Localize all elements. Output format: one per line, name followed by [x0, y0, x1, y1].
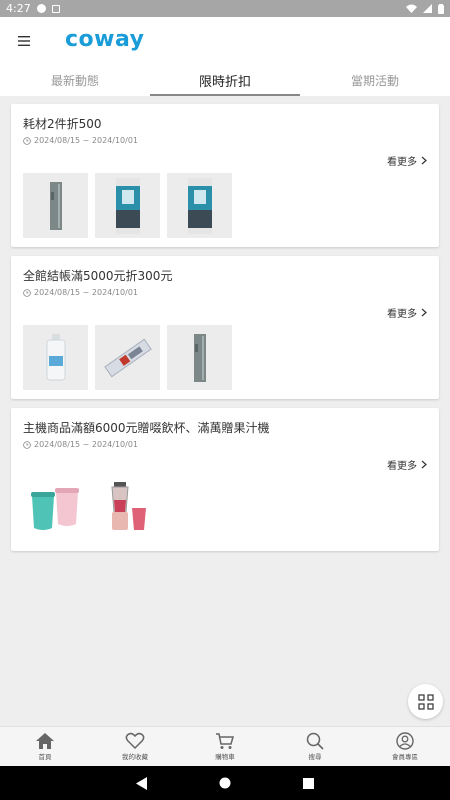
notification-dot-icon: [36, 4, 46, 13]
nav-label: 購物車: [215, 753, 235, 761]
tab-bar: 最新動態 限時折扣 當期活動: [0, 64, 450, 96]
product-thumbnail[interactable]: [167, 325, 232, 390]
battery-icon: [438, 3, 444, 14]
see-more-link[interactable]: 看更多: [387, 305, 427, 320]
bottom-navigation: 首頁 我的收藏 購物車 搜尋 會員專區: [0, 726, 450, 766]
see-more-label: 看更多: [387, 461, 417, 472]
filter-box-icon: [187, 177, 212, 234]
nav-member[interactable]: 會員專區: [360, 727, 450, 766]
nav-label: 會員專區: [392, 753, 418, 761]
nav-label: 首頁: [38, 753, 52, 761]
brand-logo: coway: [65, 27, 145, 52]
water-purifier-tower-icon: [49, 181, 62, 230]
promotion-date: 2024/08/15 ~ 2024/10/01: [23, 136, 138, 145]
clock-icon: [23, 136, 31, 145]
product-thumbnail[interactable]: [167, 173, 232, 238]
promotion-date-text: 2024/08/15 ~ 2024/10/01: [34, 440, 139, 449]
product-thumbnails: [23, 477, 160, 542]
heart-icon: [125, 732, 145, 750]
chevron-right-icon: [421, 308, 427, 317]
promotion-card[interactable]: 耗材2件折500 2024/08/15 ~ 2024/10/01 看更多: [11, 104, 439, 247]
menu-button[interactable]: [0, 17, 48, 64]
notification-square-icon: [51, 4, 60, 13]
promotion-card[interactable]: 主機商品滿額6000元贈啜飲杯、滿萬贈果汁機 2024/08/15 ~ 2024…: [11, 408, 439, 551]
chevron-right-icon: [421, 460, 427, 469]
product-thumbnail[interactable]: [95, 173, 160, 238]
chevron-right-icon: [421, 156, 427, 165]
product-thumbnails: [23, 325, 232, 390]
filter-box-icon: [115, 177, 140, 234]
see-more-link[interactable]: 看更多: [387, 457, 427, 472]
promotion-title: 主機商品滿額6000元贈啜飲杯、滿萬贈果汁機: [23, 421, 270, 435]
promotion-date: 2024/08/15 ~ 2024/10/01: [23, 440, 138, 449]
promotion-title: 全館結帳滿5000元折300元: [23, 269, 173, 283]
back-icon[interactable]: [135, 776, 148, 790]
nav-home[interactable]: 首頁: [0, 727, 90, 766]
product-thumbnail[interactable]: [95, 325, 160, 390]
product-thumbnail[interactable]: [23, 477, 88, 542]
product-thumbnail[interactable]: [23, 173, 88, 238]
product-thumbnail[interactable]: [23, 325, 88, 390]
promotion-list: 耗材2件折500 2024/08/15 ~ 2024/10/01 看更多 全館結…: [0, 96, 450, 726]
wifi-icon: [406, 4, 417, 13]
promotion-date-text: 2024/08/15 ~ 2024/10/01: [34, 288, 139, 297]
nav-label: 我的收藏: [122, 753, 148, 761]
nav-search[interactable]: 搜尋: [270, 727, 360, 766]
tab-current-events[interactable]: 當期活動: [300, 64, 450, 96]
tab-limited-discount[interactable]: 限時折扣: [150, 64, 300, 96]
recents-icon[interactable]: [303, 777, 315, 789]
blender-icon: [110, 481, 146, 530]
filter-strip-pack-icon: [103, 338, 152, 377]
hamburger-icon: [18, 35, 30, 46]
status-time: 4:27: [6, 2, 31, 15]
promotion-date-text: 2024/08/15 ~ 2024/10/01: [34, 136, 139, 145]
clock-icon: [23, 440, 31, 449]
grid-icon: [417, 693, 434, 710]
system-navigation-bar: [0, 766, 450, 800]
promotion-title: 耗材2件折500: [23, 117, 102, 131]
home-icon: [36, 733, 54, 749]
signal-icon: [423, 4, 432, 13]
promotion-card[interactable]: 全館結帳滿5000元折300元 2024/08/15 ~ 2024/10/01 …: [11, 256, 439, 399]
filter-cartridge-icon: [46, 333, 65, 380]
nav-cart[interactable]: 購物車: [180, 727, 270, 766]
tumbler-cups-icon: [30, 487, 79, 530]
see-more-link[interactable]: 看更多: [387, 153, 427, 168]
search-icon: [306, 732, 324, 750]
status-bar: 4:27: [0, 0, 450, 17]
nav-label: 搜尋: [308, 753, 322, 761]
cart-icon: [216, 733, 234, 749]
nav-favorites[interactable]: 我的收藏: [90, 727, 180, 766]
user-icon: [396, 732, 414, 750]
grid-menu-button[interactable]: [408, 684, 443, 719]
product-thumbnails: [23, 173, 232, 238]
home-circle-icon[interactable]: [219, 777, 231, 789]
clock-icon: [23, 288, 31, 297]
tab-latest-news[interactable]: 最新動態: [0, 64, 150, 96]
promotion-date: 2024/08/15 ~ 2024/10/01: [23, 288, 138, 297]
see-more-label: 看更多: [387, 157, 417, 168]
product-thumbnail[interactable]: [95, 477, 160, 542]
water-purifier-tower-icon: [193, 333, 206, 382]
app-header: coway: [0, 17, 450, 64]
see-more-label: 看更多: [387, 309, 417, 320]
